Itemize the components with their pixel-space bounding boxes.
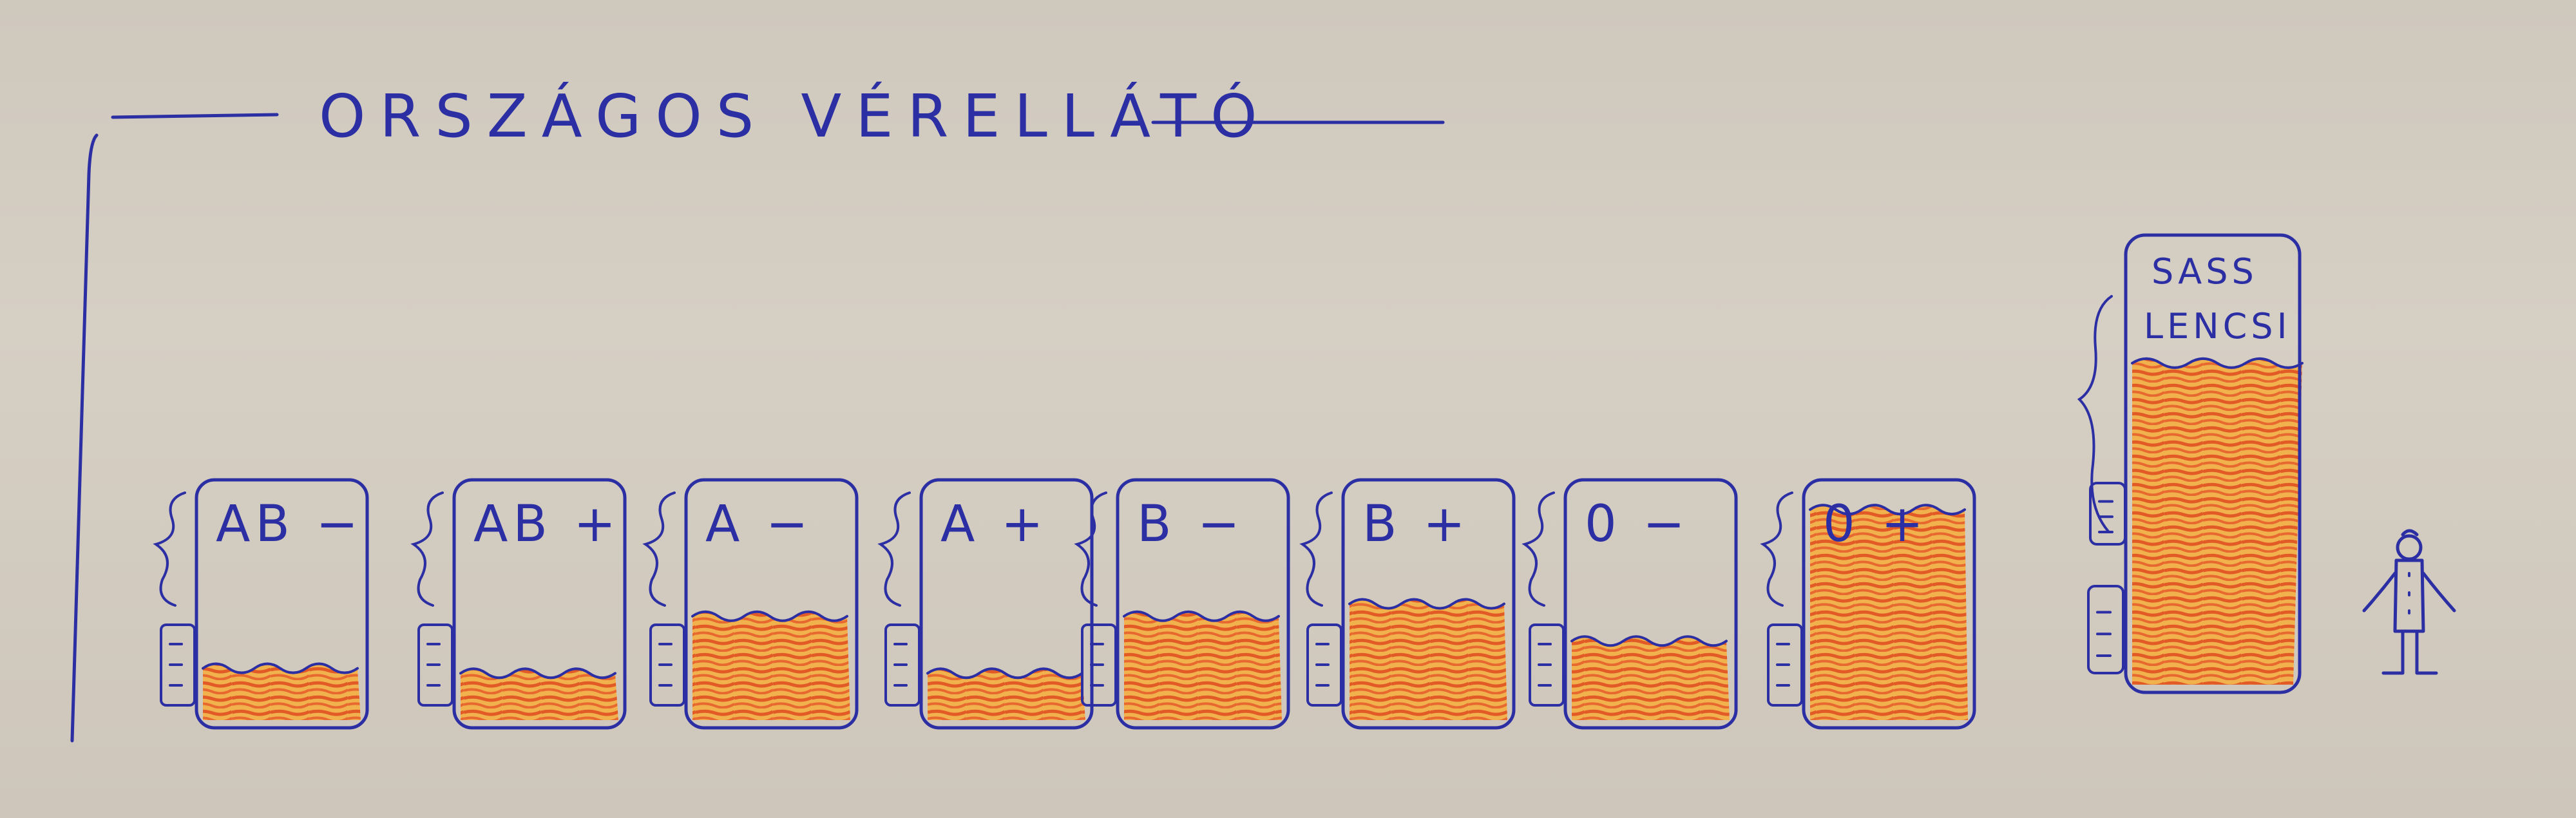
bag-label: A − — [705, 495, 814, 553]
tag-lines — [2096, 611, 2112, 657]
tag-lines — [169, 643, 183, 687]
frame-line-left — [70, 133, 99, 743]
blood-bag: A + — [877, 478, 1094, 730]
tag-lines — [426, 643, 441, 687]
bracket-icon — [2077, 295, 2113, 533]
big-bag-label-line2: LENCSI — [2144, 306, 2291, 347]
big-blood-bag: SASS LENCSI — [2077, 233, 2304, 694]
blood-level-fill — [692, 611, 850, 720]
tag-lines — [893, 643, 908, 687]
bracket-icon — [1522, 491, 1555, 607]
blood-bag: 0 − — [1522, 478, 1738, 730]
page-title: ORSZÁGOS VÉRELLÁTÓ — [319, 81, 1272, 151]
tag-lines — [1538, 643, 1552, 687]
bag-label: B + — [1362, 495, 1471, 553]
blood-bag: A − — [642, 478, 859, 730]
bracket-icon — [410, 491, 444, 607]
blood-bag-row: AB − AB + A − A + B − B + 0 − 0 + — [153, 478, 1976, 730]
bracket-icon — [153, 491, 186, 607]
bag-label: AB − — [216, 495, 363, 553]
big-bag-label-line1: SASS — [2151, 251, 2258, 292]
blood-bag: 0 + — [1760, 478, 1976, 730]
blood-bag: AB − — [153, 478, 369, 730]
bracket-icon — [877, 491, 911, 607]
bag-label: A + — [940, 495, 1049, 553]
bracket-icon — [1760, 491, 1793, 607]
sketch-canvas: ORSZÁGOS VÉRELLÁTÓ AB − AB + A − A + B − B + 0… — [70, 81, 2456, 743]
blood-level-fill — [1124, 611, 1282, 720]
blood-bag: AB + — [410, 478, 627, 730]
tag-lines — [1315, 643, 1330, 687]
tag-icon — [2089, 482, 2126, 546]
blood-level-fill — [2132, 358, 2302, 685]
bag-label: 0 + — [1823, 495, 1929, 553]
bag-label: AB + — [473, 495, 621, 553]
tag-lines — [658, 643, 673, 687]
bracket-icon — [1299, 491, 1333, 607]
blood-bag: B + — [1299, 478, 1516, 730]
tag-icon — [2087, 585, 2124, 674]
blood-bag: B − — [1074, 478, 1290, 730]
blood-level-fill — [1350, 599, 1507, 720]
bracket-icon — [642, 491, 676, 607]
title-header: ORSZÁGOS VÉRELLÁTÓ — [111, 81, 1445, 151]
person-icon — [2362, 529, 2456, 675]
blood-level-fill — [1572, 636, 1730, 720]
tag-lines — [1776, 643, 1790, 687]
bag-label: 0 − — [1585, 495, 1690, 553]
title-rule-left — [111, 113, 279, 119]
bag-label: B − — [1137, 495, 1245, 553]
